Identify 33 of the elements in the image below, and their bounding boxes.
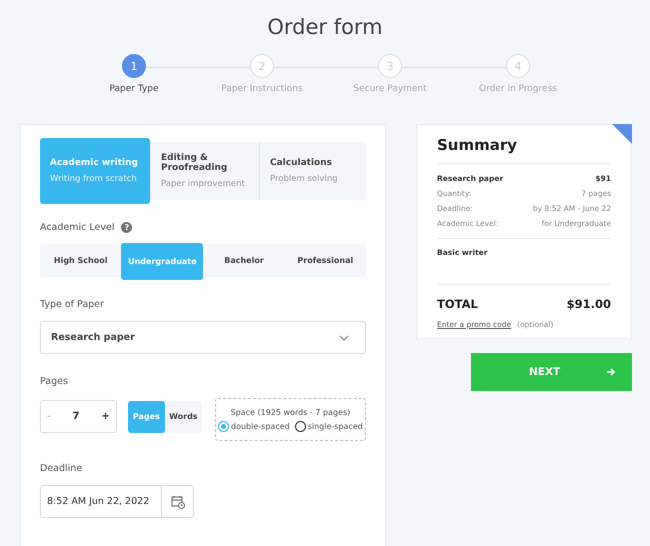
field-label: Pages: [40, 376, 69, 387]
field-label: Deadline: [40, 463, 84, 474]
corner-fold-icon: [612, 124, 632, 144]
step-label: Secure Payment: [353, 84, 427, 94]
level-option[interactable]: High School: [40, 244, 122, 277]
total-label: TOTAL: [437, 297, 478, 311]
help-icon[interactable]: ?: [121, 222, 132, 233]
plus-button[interactable]: +: [99, 409, 112, 424]
unit-toggle[interactable]: Words: [164, 400, 202, 432]
field-label: Academic Level: [40, 222, 114, 233]
summary-title: Summary: [437, 136, 611, 164]
radio-label[interactable]: single-spaced: [308, 422, 363, 430]
step-label: Paper Instructions: [221, 84, 303, 94]
deadline-field[interactable]: 8:52 AM Jun 22, 2022: [40, 485, 194, 518]
service-option[interactable]: Calculations Problem solving: [259, 142, 366, 200]
service-option[interactable]: Editing & Proofreading Paper improvement: [150, 142, 259, 200]
spacing-label: Space (1925 words - 7 pages): [230, 408, 350, 416]
field-label: Type of Paper: [40, 299, 105, 310]
page-title: Order form: [266, 14, 384, 40]
step-label: Order in Progress: [479, 84, 557, 94]
calendar-icon[interactable]: [170, 494, 184, 508]
level-option[interactable]: Bachelor: [203, 244, 285, 277]
level-option[interactable]: Professional: [284, 244, 366, 277]
chevron-down-icon: [339, 334, 349, 340]
pages-stepper[interactable]: - 7 +: [40, 400, 117, 433]
radio-button[interactable]: [218, 420, 229, 432]
radio-button[interactable]: [294, 420, 306, 432]
paper-type-dropdown[interactable]: Research paper: [40, 321, 366, 354]
arrow-right-icon: [606, 367, 616, 377]
total-amount: $91.00: [566, 297, 611, 311]
step-label: Paper Type: [109, 84, 159, 94]
step-number: 1: [122, 54, 146, 78]
radio-label[interactable]: double-spaced: [231, 422, 290, 430]
